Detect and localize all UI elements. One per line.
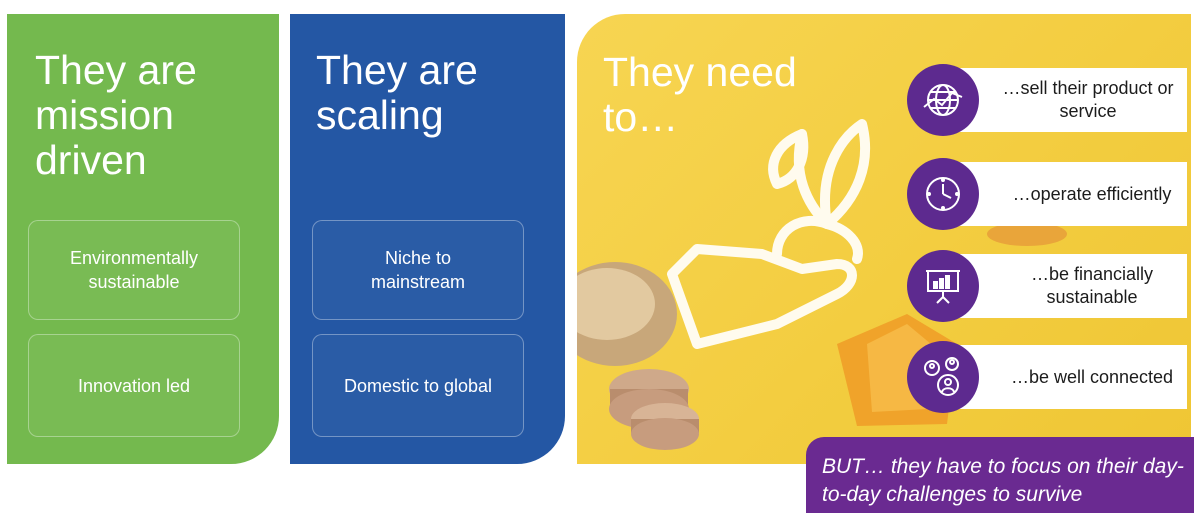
scaling-heading: They are scaling — [316, 47, 478, 138]
card-innovation-led: Innovation led — [28, 334, 240, 437]
need-item-sell: …sell their product or service — [907, 64, 1187, 136]
scaling-panel: They are scaling Niche to mainstream Dom… — [290, 14, 565, 464]
mission-heading: They are mission driven — [35, 47, 197, 183]
clock-icon — [907, 158, 979, 230]
globe-network-icon — [907, 64, 979, 136]
need-item-connected: …be well connected — [907, 341, 1187, 413]
card-domestic-to-global: Domestic to global — [312, 334, 524, 437]
card-label: Environmentally sustainable — [69, 248, 199, 292]
macaron-bottom-2 — [631, 418, 699, 450]
need-item-operate: …operate efficiently — [907, 158, 1187, 230]
card-label: Niche to mainstream — [370, 248, 466, 292]
card-label: Innovation led — [77, 375, 191, 396]
card-environmentally-sustainable: Environmentally sustainable — [28, 220, 240, 320]
needs-panel: They need to… …sell their product or ser… — [577, 14, 1191, 464]
people-network-icon — [907, 341, 979, 413]
card-label: Domestic to global — [343, 375, 493, 396]
mission-panel: They are mission driven Environmentally … — [7, 14, 279, 464]
needs-heading: They need to… — [603, 49, 797, 140]
presentation-chart-icon — [907, 250, 979, 322]
hand-plant-icon — [667, 119, 871, 349]
need-item-financial: …be financially sustainable — [907, 250, 1187, 322]
note-banner: BUT… they have to focus on their day-to-… — [806, 437, 1194, 513]
card-niche-to-mainstream: Niche to mainstream — [312, 220, 524, 320]
